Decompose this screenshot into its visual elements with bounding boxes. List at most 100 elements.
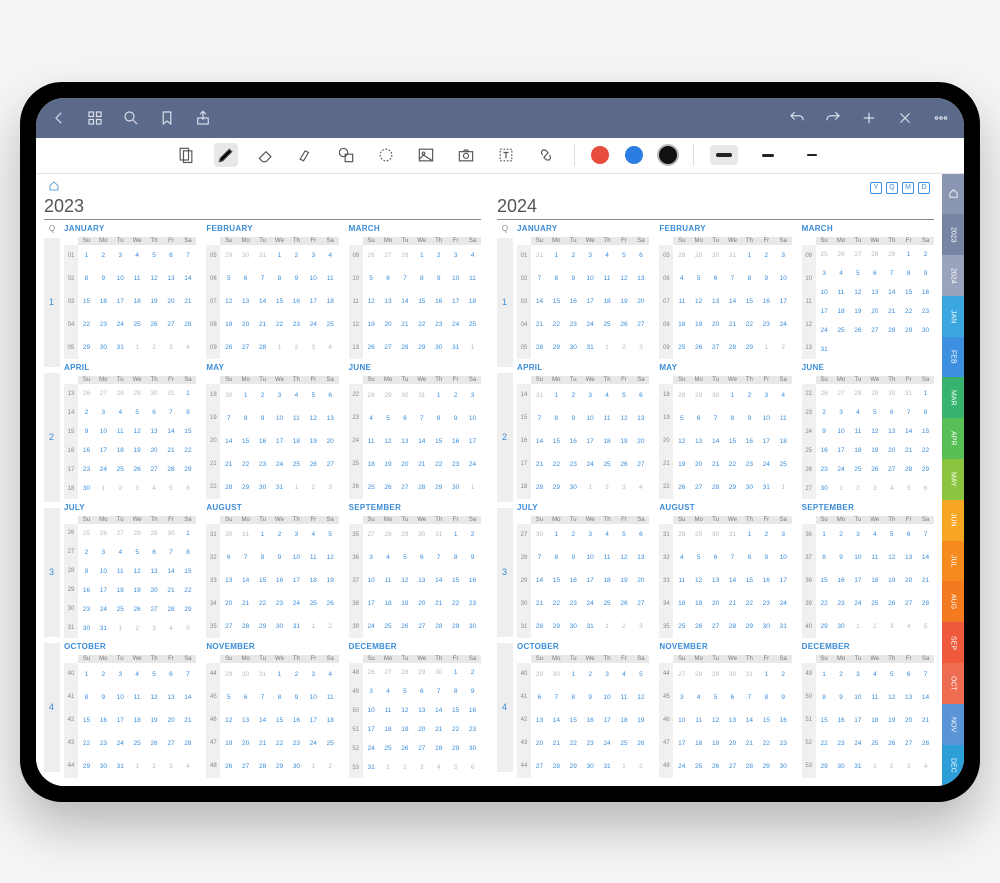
day-cell[interactable]: 25 [380,739,397,758]
day-cell[interactable]: 8 [724,407,741,430]
week-num[interactable]: 51 [349,720,363,739]
day-cell[interactable]: 16 [758,290,775,313]
day-cell[interactable]: 5 [146,245,163,268]
side-tab-jul[interactable]: JUL [942,541,964,582]
day-cell[interactable]: 7 [163,403,180,422]
day-cell[interactable]: 14 [179,686,196,709]
day-cell[interactable]: 1 [724,384,741,407]
week-num[interactable]: 09 [349,245,363,268]
nav-box-m[interactable]: M [902,182,914,194]
day-cell[interactable]: 15 [179,562,196,581]
day-cell[interactable]: 8 [758,686,775,709]
day-cell[interactable]: 18 [288,430,305,453]
day-cell[interactable]: 8 [78,686,95,709]
day-cell[interactable]: 12 [616,546,633,569]
day-cell[interactable]: 16 [430,290,447,313]
day-cell[interactable]: 5 [707,686,724,709]
day-cell[interactable]: 8 [271,267,288,290]
day-cell[interactable]: 7 [548,686,565,709]
day-cell[interactable]: 8 [548,407,565,430]
day-cell[interactable]: 11 [833,283,850,302]
shapes-tool-icon[interactable] [334,143,358,167]
day-cell[interactable]: 10 [599,686,616,709]
day-cell[interactable]: 8 [271,686,288,709]
day-cell[interactable]: 3 [288,524,305,547]
week-num[interactable]: 44 [64,755,78,778]
day-cell[interactable]: 4 [866,524,883,547]
image-tool-icon[interactable] [414,143,438,167]
day-cell[interactable]: 29 [447,615,464,638]
day-cell[interactable]: 18 [464,290,481,313]
day-cell[interactable]: 18 [673,313,690,336]
day-cell[interactable]: 18 [866,709,883,732]
day-cell[interactable]: 3 [363,546,380,569]
day-cell[interactable]: 14 [883,283,900,302]
day-cell[interactable]: 23 [95,732,112,755]
week-num[interactable]: 52 [802,732,816,755]
day-cell[interactable]: 20 [146,581,163,600]
day-cell[interactable]: 15 [917,422,934,441]
day-cell[interactable]: 12 [146,686,163,709]
day-cell[interactable]: 1 [78,245,95,268]
day-cell[interactable]: 4 [288,384,305,407]
day-cell[interactable]: 12 [322,546,339,569]
day-cell[interactable]: 11 [599,267,616,290]
day-cell[interactable]: 25 [690,755,707,778]
day-cell[interactable]: 20 [866,302,883,321]
day-cell[interactable]: 17 [582,569,599,592]
day-cell[interactable]: 8 [447,546,464,569]
day-cell[interactable]: 11 [464,267,481,290]
day-cell[interactable]: 7 [917,524,934,547]
day-cell[interactable]: 24 [271,453,288,476]
day-cell[interactable]: 8 [179,403,196,422]
eraser-tool-icon[interactable] [254,143,278,167]
day-cell[interactable]: 9 [288,686,305,709]
day-cell[interactable]: 2 [78,403,95,422]
day-cell[interactable]: 10 [582,546,599,569]
day-cell[interactable]: 19 [883,569,900,592]
day-cell[interactable]: 22 [548,453,565,476]
side-tab-2024[interactable]: 2024 [942,255,964,296]
day-cell[interactable]: 1 [254,524,271,547]
day-cell[interactable]: 21 [741,732,758,755]
day-cell[interactable]: 1 [271,245,288,268]
day-cell[interactable]: 22 [724,453,741,476]
day-cell[interactable]: 11 [849,422,866,441]
week-num[interactable]: 22 [206,476,220,499]
month-august[interactable]: AUGUSTSuMoTuWeThFrSa31323334352829303112… [659,503,791,639]
week-num[interactable]: 35 [349,524,363,547]
day-cell[interactable]: 23 [447,453,464,476]
side-tab-oct[interactable]: OCT [942,663,964,704]
day-cell[interactable]: 5 [883,663,900,686]
day-cell[interactable]: 18 [129,290,146,313]
day-cell[interactable]: 31 [582,615,599,638]
day-cell[interactable]: 8 [548,267,565,290]
day-cell[interactable]: 18 [599,290,616,313]
day-cell[interactable]: 13 [413,569,430,592]
day-cell[interactable]: 31 [95,619,112,638]
day-cell[interactable]: 2 [741,384,758,407]
day-cell[interactable]: 28 [900,460,917,479]
day-cell[interactable]: 15 [724,430,741,453]
day-cell[interactable]: 13 [380,290,397,313]
week-num[interactable]: 24 [802,422,816,441]
day-cell[interactable]: 22 [78,313,95,336]
week-num[interactable]: 23 [802,403,816,422]
day-cell[interactable]: 12 [632,686,649,709]
side-tab-2023[interactable]: 2023 [942,214,964,255]
day-cell[interactable]: 27 [690,476,707,499]
day-cell[interactable]: 17 [447,290,464,313]
week-num[interactable]: 23 [349,407,363,430]
day-cell[interactable]: 10 [363,569,380,592]
day-cell[interactable]: 23 [816,460,833,479]
day-cell[interactable]: 22 [237,453,254,476]
day-cell[interactable]: 3 [833,403,850,422]
week-num[interactable]: 32 [206,546,220,569]
day-cell[interactable]: 1 [900,245,917,264]
day-cell[interactable]: 1 [565,663,582,686]
day-cell[interactable]: 11 [616,686,633,709]
day-cell[interactable]: 20 [900,569,917,592]
week-num[interactable]: 46 [206,709,220,732]
day-cell[interactable]: 27 [707,336,724,359]
day-cell[interactable]: 10 [271,407,288,430]
